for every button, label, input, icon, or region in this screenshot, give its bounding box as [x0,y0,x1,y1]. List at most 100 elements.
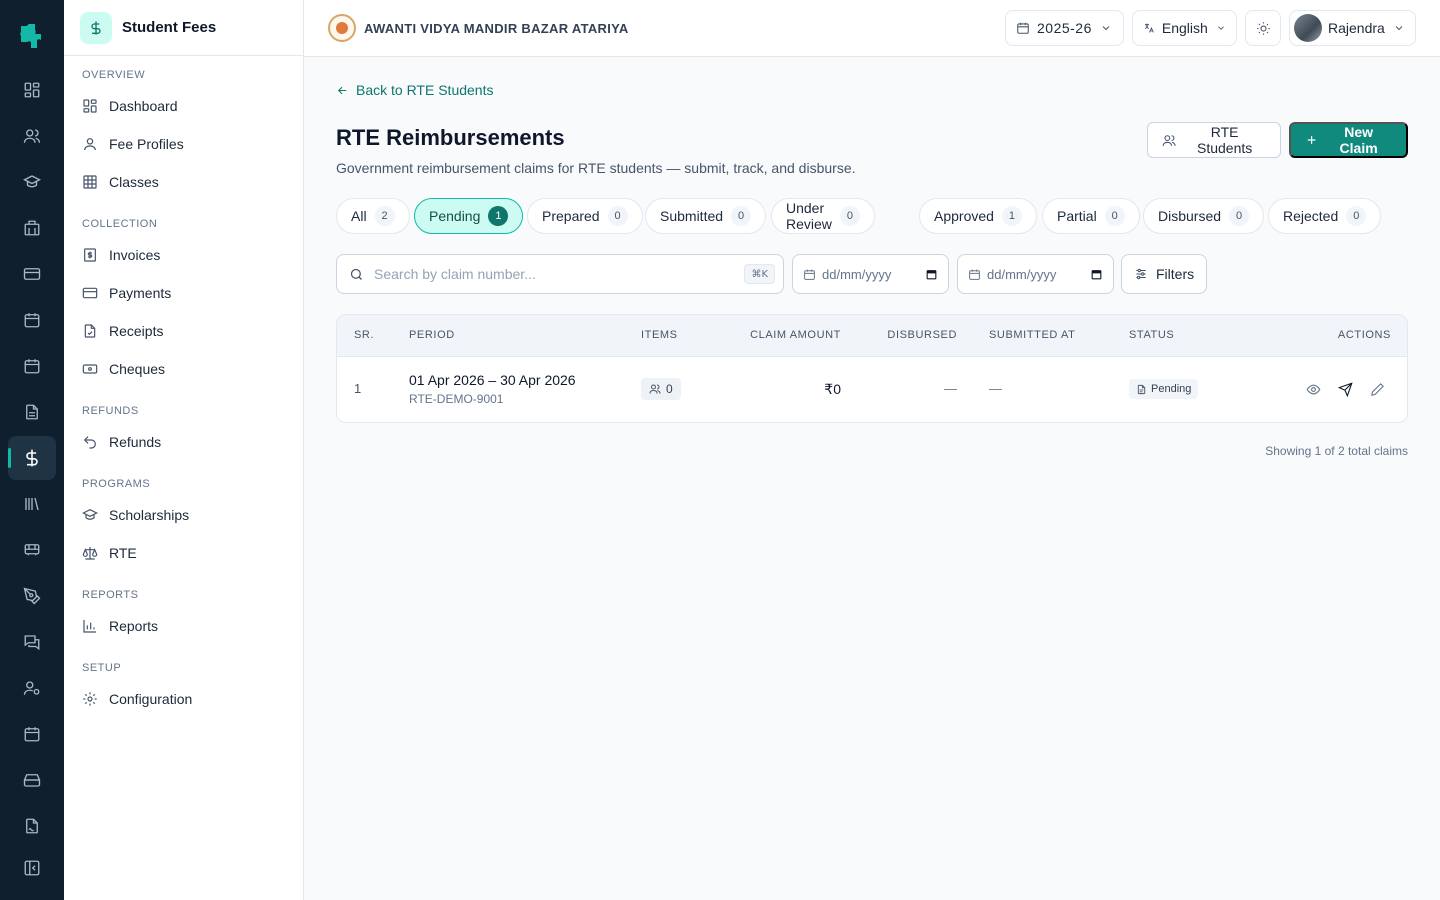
library-icon[interactable] [8,482,56,526]
col-items: ITEMS [641,329,678,341]
calendar-icon [804,269,815,280]
filters-label: Filters [1156,266,1195,282]
sidebar-item-fee-profiles[interactable]: Fee Profiles [82,129,292,159]
graduation-cap-icon[interactable] [8,160,56,204]
calendar-days-icon[interactable] [8,712,56,756]
col-claim-amount: CLAIM AMOUNT [750,329,841,341]
col-period: PERIOD [409,329,455,341]
back-link[interactable]: Back to RTE Students [336,82,493,98]
rte-students-button[interactable]: RTE Students [1147,122,1281,158]
tab-under-review[interactable]: Under Review 0 [771,198,875,234]
undo-icon [83,436,96,449]
bus-icon[interactable] [8,528,56,572]
cell-claim-amount: ₹0 [824,381,841,397]
sidebar-item-configuration[interactable]: Configuration [82,684,292,714]
sidebar-item-refunds[interactable]: Refunds [82,427,292,457]
credit-card-icon[interactable] [8,252,56,296]
sidebar-item-payments[interactable]: Payments [82,278,292,308]
user-menu-button[interactable]: Rajendra [1289,10,1416,46]
tab-disbursed[interactable]: Disbursed 0 [1143,198,1265,234]
tab-submitted[interactable]: Submitted 0 [645,198,767,234]
date-to-field[interactable]: dd/mm/yyyy [957,254,1114,294]
sidebar-item-reports[interactable]: Reports [82,611,292,641]
tab-label: Pending [429,208,481,224]
edit-icon[interactable] [1370,382,1385,397]
tab-prepared[interactable]: Prepared 0 [527,198,643,234]
view-icon[interactable] [1306,382,1321,397]
sidebar-item-label: Receipts [109,323,164,339]
calendar-icon [969,269,980,280]
tab-label: Submitted [660,208,724,224]
dashboard-grid-icon[interactable] [8,68,56,112]
date-to-placeholder: dd/mm/yyyy [987,266,1057,282]
col-submitted-at: SUBMITTED AT [989,329,1076,341]
search-input[interactable] [374,266,745,282]
sidebar-item-label: Fee Profiles [109,136,184,152]
topbar: AWANTI VIDYA MANDIR BAZAR ATARIYA 2025-2… [304,0,1440,57]
collapse-icon[interactable] [8,846,56,890]
app-rail [0,0,64,900]
calendar-picker-icon[interactable] [925,268,938,281]
dollar-icon[interactable] [8,436,56,480]
arrow-left-icon [337,86,347,94]
tab-count: 0 [1104,206,1125,226]
cheque-icon [82,364,98,374]
building-icon[interactable] [8,206,56,250]
user-name: Rajendra [1328,20,1385,36]
users-icon[interactable] [8,114,56,158]
col-status: STATUS [1129,329,1175,341]
tab-count: 1 [1001,206,1022,226]
status-label: Pending [1151,383,1192,395]
section-overview: OVERVIEW [82,69,146,81]
cell-disbursed: — [944,381,957,396]
sidebar-title: Student Fees [122,19,217,36]
search-shortcut: ⌘K [744,264,775,284]
tab-all[interactable]: All 2 [336,198,410,234]
sidebar-item-scholarships[interactable]: Scholarships [82,500,292,530]
calendar-icon[interactable] [8,298,56,342]
calendar-picker-icon[interactable] [1090,268,1103,281]
tab-approved[interactable]: Approved 1 [919,198,1037,234]
academic-year-select[interactable]: 2025-26 [1005,10,1124,46]
calendar-icon [1017,22,1029,34]
language-select[interactable]: English [1132,10,1237,46]
messages-icon[interactable] [8,620,56,664]
scale-icon [82,547,98,560]
user-settings-icon[interactable] [8,666,56,710]
table-row[interactable]: 1 01 Apr 2026 – 30 Apr 2026 RTE-DEMO-900… [337,357,1407,422]
pen-tool-icon[interactable] [8,574,56,618]
school-info: AWANTI VIDYA MANDIR BAZAR ATARIYA [328,14,629,42]
section-reports: REPORTS [82,589,139,601]
user-icon [84,138,96,151]
date-from-placeholder: dd/mm/yyyy [822,266,892,282]
theme-toggle-button[interactable] [1245,10,1281,46]
filters-button[interactable]: Filters [1121,254,1207,294]
send-icon[interactable] [1338,382,1353,397]
tab-label: Approved [934,208,994,224]
file-signature-icon[interactable] [8,804,56,848]
search-icon [350,268,362,280]
sidebar-item-cheques[interactable]: Cheques [82,354,292,384]
calendar-check-icon[interactable] [8,344,56,388]
hard-drive-icon[interactable] [8,758,56,802]
file-text-icon[interactable] [8,390,56,434]
chevron-down-icon [1218,26,1224,30]
dollar-icon [80,11,112,44]
sidebar: Student Fees OVERVIEW Dashboard Fee Prof… [64,0,304,900]
tab-pending[interactable]: Pending 1 [414,198,524,234]
sidebar-item-receipts[interactable]: Receipts [82,316,292,346]
sidebar-item-invoices[interactable]: Invoices [82,240,292,270]
app-logo-icon[interactable] [16,20,48,52]
col-actions: ACTIONS [1337,329,1391,341]
tab-count: 0 [1229,206,1250,226]
sidebar-item-rte[interactable]: RTE [82,538,292,568]
sidebar-item-dashboard[interactable]: Dashboard [82,91,292,121]
new-claim-button[interactable]: New Claim [1289,122,1408,158]
tab-count: 0 [607,206,628,226]
plus-icon [1307,136,1316,144]
tab-partial[interactable]: Partial 0 [1042,198,1140,234]
sidebar-item-classes[interactable]: Classes [82,167,292,197]
tab-rejected[interactable]: Rejected 0 [1268,198,1382,234]
date-from-field[interactable]: dd/mm/yyyy [792,254,949,294]
claims-table: SR. PERIOD ITEMS CLAIM AMOUNT DISBURSED … [336,314,1408,423]
